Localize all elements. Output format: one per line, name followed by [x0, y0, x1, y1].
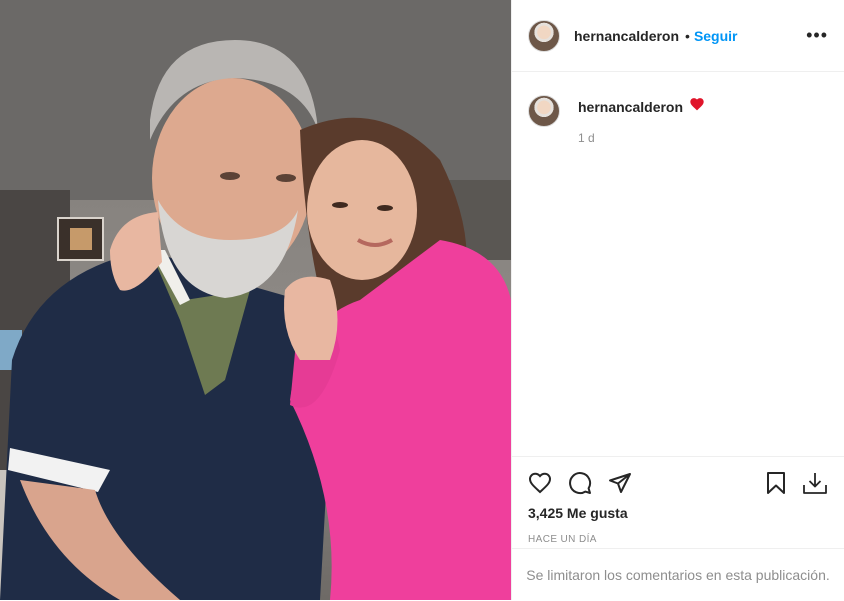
- caption-avatar[interactable]: [528, 95, 560, 127]
- share-icon[interactable]: [608, 471, 632, 495]
- follow-button[interactable]: Seguir: [694, 28, 738, 44]
- action-bar: 3,425 Me gusta HACE UN DÍA: [512, 456, 844, 549]
- heart-icon[interactable]: [528, 471, 552, 495]
- download-icon[interactable]: [802, 471, 828, 495]
- caption-emoji: [689, 97, 705, 116]
- caption-username-link[interactable]: hernancalderon: [578, 99, 683, 115]
- action-icons: [512, 457, 844, 499]
- comments-limited-notice: Se limitaron los comentarios en esta pub…: [512, 548, 844, 601]
- caption-body: hernancalderon 1 d: [578, 95, 705, 145]
- caption-time-ago: 1 d: [578, 131, 595, 145]
- separator-dot: •: [685, 27, 690, 44]
- post-photo-illustration: [0, 0, 511, 600]
- more-options-icon[interactable]: •••: [806, 25, 828, 46]
- post-photo[interactable]: [0, 0, 511, 600]
- username-link[interactable]: hernancalderon: [574, 28, 679, 44]
- likes-count[interactable]: 3,425 Me gusta: [512, 499, 844, 521]
- post-timestamp[interactable]: HACE UN DÍA: [512, 521, 844, 545]
- action-icons-right: [764, 471, 828, 495]
- bookmark-icon[interactable]: [764, 471, 788, 495]
- avatar[interactable]: [528, 19, 560, 52]
- red-heart-icon: [690, 98, 704, 111]
- comment-icon[interactable]: [568, 471, 592, 495]
- post-detail-panel: hernancalderon • Seguir ••• hernancalder…: [511, 0, 844, 600]
- caption-line: hernancalderon: [578, 97, 705, 116]
- caption-row: hernancalderon 1 d: [512, 72, 844, 145]
- post-header: hernancalderon • Seguir •••: [512, 0, 844, 72]
